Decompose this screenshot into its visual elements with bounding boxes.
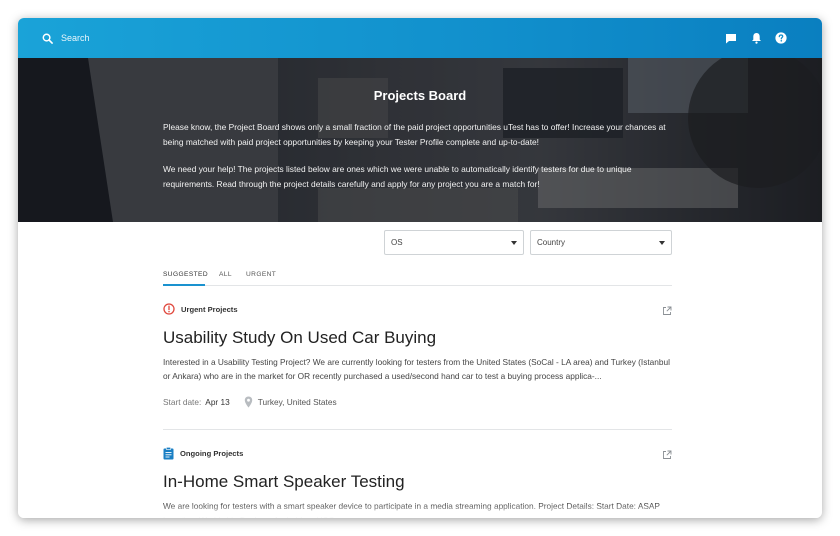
search-box[interactable]: Search [42, 30, 90, 46]
location-pin-icon [244, 396, 252, 408]
project-title[interactable]: Usability Study On Used Car Buying [163, 328, 436, 348]
start-date-label: Start date: [163, 397, 202, 407]
project-card[interactable]: Urgent Projects Usability Study On Used … [163, 302, 672, 430]
project-description: Interested in a Usability Testing Projec… [163, 357, 670, 381]
category-label: Urgent Projects [181, 304, 238, 314]
hero-paragraph-1: Please know, the Project Board shows onl… [163, 122, 666, 147]
country-filter-value: Country [537, 238, 566, 247]
header-actions [713, 31, 788, 45]
external-link-icon[interactable] [662, 450, 672, 460]
project-title[interactable]: In-Home Smart Speaker Testing [163, 472, 405, 492]
os-filter-select[interactable]: OS [384, 230, 524, 255]
start-date-value: Apr 13 [205, 397, 230, 407]
alert-circle-icon [163, 303, 175, 315]
clipboard-icon [163, 446, 174, 459]
search-label: Search [61, 33, 90, 43]
search-icon [42, 33, 53, 44]
top-bar: Search [18, 18, 822, 58]
category-label: Ongoing Projects [180, 448, 244, 458]
os-filter-value: OS [391, 238, 403, 247]
bottom-fade [18, 504, 822, 518]
app-window: Search Projects Board Please know, the P… [18, 18, 822, 518]
tab-all[interactable]: ALL [219, 271, 232, 286]
hero-paragraph-2: We need your help! The projects listed b… [163, 164, 632, 189]
project-category: Urgent Projects [163, 302, 238, 316]
external-link-icon[interactable] [662, 306, 672, 316]
project-category: Ongoing Projects [163, 446, 243, 460]
tab-urgent[interactable]: URGENT [246, 271, 276, 286]
chat-icon[interactable] [724, 31, 738, 45]
hero-banner: Projects Board Please know, the Project … [18, 58, 822, 222]
page-title: Projects Board [373, 88, 467, 103]
location-value: Turkey, United States [257, 397, 337, 407]
caret-down-icon [659, 241, 665, 245]
caret-down-icon [511, 241, 517, 245]
project-meta: Start date: Apr 13 Turkey, United States [163, 395, 337, 409]
bell-icon[interactable] [749, 31, 763, 45]
tab-suggested[interactable]: SUGGESTED [163, 271, 208, 286]
project-tabs: SUGGESTED ALL URGENT [163, 268, 672, 286]
help-icon[interactable] [774, 31, 788, 45]
country-filter-select[interactable]: Country [530, 230, 672, 255]
